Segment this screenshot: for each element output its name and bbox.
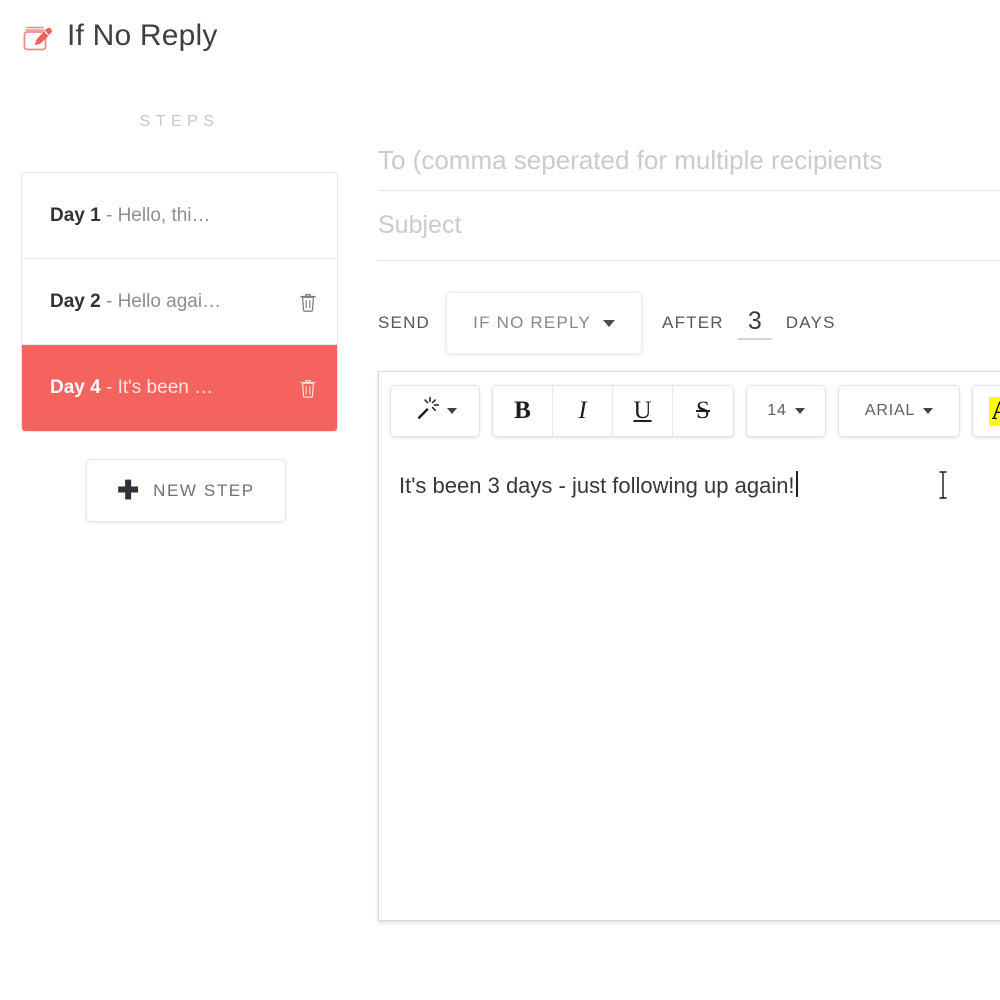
font-size-group: 14 <box>746 385 826 437</box>
italic-button[interactable]: I <box>553 386 613 436</box>
step-item-day-4[interactable]: Day 4 - It's been … <box>22 345 337 431</box>
step-preview: - Hello, thi… <box>105 204 211 226</box>
subject-field[interactable]: Subject <box>378 191 1000 261</box>
step-day: Day 4 <box>50 377 101 398</box>
days-input[interactable] <box>737 306 772 340</box>
step-day: Day 2 <box>50 290 101 312</box>
font-size-dropdown[interactable]: 14 <box>747 386 825 436</box>
editor-body-text: It's been 3 days - just following up aga… <box>399 473 795 498</box>
chevron-down-icon <box>794 408 805 414</box>
bold-glyph: B <box>514 397 531 424</box>
after-label: AFTER <box>662 313 724 332</box>
magic-wand-group <box>390 385 480 437</box>
app-title: If No Reply <box>67 19 218 52</box>
new-step-label: NEW STEP <box>153 480 255 500</box>
step-preview: - It's been … <box>105 377 214 398</box>
email-body-editor[interactable]: B I U S 14 ARIAL It's been 3 days - just… <box>378 371 1000 921</box>
text-style-group: B I U S <box>492 385 734 437</box>
editor-content[interactable]: It's been 3 days - just following up aga… <box>399 467 1000 502</box>
underline-glyph: U <box>633 397 652 424</box>
font-family-value: ARIAL <box>864 402 916 419</box>
send-label: SEND <box>378 313 431 332</box>
step-preview: - Hello agai… <box>105 290 222 312</box>
magic-wand-icon <box>413 396 440 427</box>
steps-list: Day 1 - Hello, thi… Day 2 - Hello agai… <box>21 172 338 432</box>
text-ibeam-cursor <box>936 470 950 500</box>
notepad-pencil-icon <box>20 18 56 54</box>
to-field[interactable]: To (comma seperated for multiple recipie… <box>378 131 1000 191</box>
subject-placeholder: Subject <box>378 211 462 239</box>
step-label: Day 4 - It's been … <box>50 377 289 399</box>
step-label: Day 1 - Hello, thi… <box>50 205 289 227</box>
highlight-glyph: A <box>988 396 1000 426</box>
send-rule-row: SEND IF NO REPLY AFTER DAYS <box>378 292 836 354</box>
magic-wand-button[interactable] <box>391 386 479 436</box>
editor-toolbar: B I U S 14 ARIAL <box>390 385 1000 437</box>
chevron-down-icon <box>923 408 934 414</box>
font-size-value: 14 <box>767 402 787 419</box>
strikethrough-glyph: S <box>696 397 710 424</box>
plus-icon: ✚ <box>117 474 140 505</box>
days-label: DAYS <box>785 313 836 332</box>
step-day: Day 1 <box>50 204 101 226</box>
trash-icon[interactable] <box>297 290 319 314</box>
step-item-day-1[interactable]: Day 1 - Hello, thi… <box>22 173 337 259</box>
chevron-down-icon <box>602 319 615 327</box>
italic-glyph: I <box>578 397 587 424</box>
step-label: Day 2 - Hello agai… <box>50 291 289 313</box>
font-family-dropdown[interactable]: ARIAL <box>839 386 959 436</box>
app-root: If No Reply STEPS Day 1 - Hello, thi… Da… <box>0 0 1000 1000</box>
font-family-group: ARIAL <box>838 385 960 437</box>
to-placeholder: To (comma seperated for multiple recipie… <box>378 145 883 175</box>
send-condition-dropdown[interactable]: IF NO REPLY <box>446 292 643 354</box>
bold-button[interactable]: B <box>493 386 553 436</box>
steps-section-label: STEPS <box>139 113 220 130</box>
strikethrough-button[interactable]: S <box>673 386 733 436</box>
underline-button[interactable]: U <box>613 386 673 436</box>
text-caret <box>795 471 798 497</box>
send-condition-label: IF NO REPLY <box>473 313 591 332</box>
highlight-button[interactable]: A <box>973 386 1000 436</box>
chevron-down-icon <box>447 408 457 414</box>
app-brand: If No Reply <box>20 18 218 54</box>
step-item-day-2[interactable]: Day 2 - Hello agai… <box>22 259 337 345</box>
trash-icon[interactable] <box>297 376 319 400</box>
new-step-button[interactable]: ✚ NEW STEP <box>86 459 286 522</box>
highlight-group: A <box>972 385 1000 437</box>
